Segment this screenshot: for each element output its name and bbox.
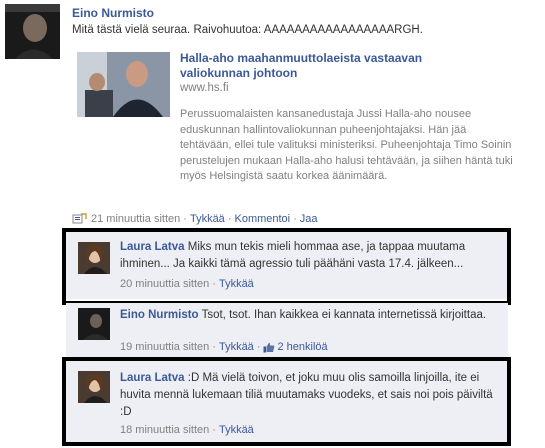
like-link[interactable]: Tykkää (190, 213, 225, 225)
share-link[interactable]: Jaa (300, 213, 318, 225)
shared-link-title[interactable]: Halla-aho maahanmuuttolaeista vastaavan … (180, 51, 470, 81)
comment-timestamp[interactable]: 19 minuuttia sitten (120, 341, 209, 353)
separator: · (212, 341, 216, 353)
comment-text: Tsot, tsot. Ihan kaikkea ei kannata inte… (201, 309, 487, 321)
commenter-name[interactable]: Eino Nurmisto (120, 309, 199, 321)
shared-link-source: www.hs.fi (180, 82, 229, 94)
post-author-name[interactable]: Eino Nurmisto (72, 6, 154, 20)
link-share-icon (72, 213, 87, 225)
thumbs-up-icon (263, 342, 275, 353)
shared-link-thumbnail[interactable] (77, 52, 170, 117)
commenter-avatar[interactable] (78, 308, 110, 340)
highlight-box (62, 357, 511, 446)
highlight-box (62, 228, 511, 305)
comment-link[interactable]: Kommentoi (234, 213, 290, 225)
post-meta-row: 21 minuuttia sitten · Tykkää · Kommentoi… (72, 213, 318, 225)
comment-like-link[interactable]: Tykkää (219, 341, 254, 353)
post-author-avatar[interactable] (5, 4, 60, 59)
separator: · (293, 213, 297, 225)
separator: · (227, 213, 232, 225)
likes-count-link[interactable]: 2 henkilöä (277, 341, 327, 353)
post-timestamp[interactable]: 21 minuuttia sitten (91, 213, 180, 225)
comment-meta: 19 minuuttia sitten · Tykkää · 2 henkilö… (120, 341, 328, 353)
comment-body: Eino Nurmisto Tsot, tsot. Ihan kaikkea e… (120, 307, 490, 324)
comment-item: Eino Nurmisto Tsot, tsot. Ihan kaikkea e… (66, 303, 508, 357)
post-message: Mitä tästä vielä seuraa. Raivohuutoa: AA… (72, 24, 423, 36)
separator: · (183, 213, 187, 225)
separator: · (256, 341, 261, 353)
shared-link-description: Perussuomalaisten kansanedustaja Jussi H… (180, 108, 513, 182)
